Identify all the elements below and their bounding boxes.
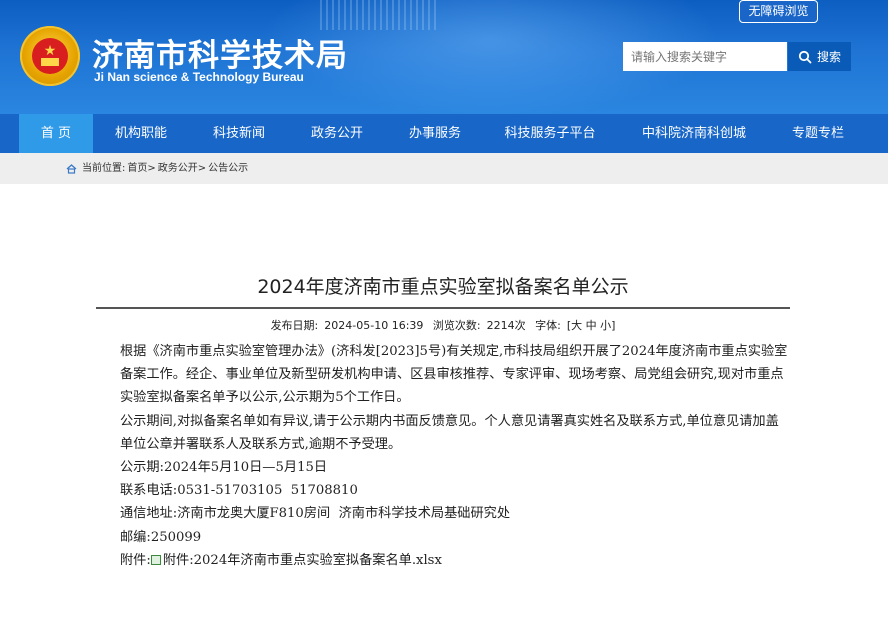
nav-item-news[interactable]: 科技新闻 (198, 114, 280, 153)
nav-item-gov-affairs[interactable]: 政务公开 (296, 114, 378, 153)
site-title-en: Ji Nan science & Technology Bureau (94, 70, 304, 84)
postcode-line: 邮编:250099 (120, 529, 202, 545)
breadcrumb-announcements[interactable]: 公告公示 (208, 153, 248, 184)
attachment-line: 附件: 附件:2024年济南市重点实验室拟备案名单.xlsx (120, 549, 790, 572)
header-pattern (320, 0, 440, 30)
search-button-label: 搜索 (816, 50, 841, 64)
main-nav: 首 页 机构职能 科技新闻 政务公开 办事服务 科技服务子平台 中科院济南科创城… (0, 114, 888, 153)
nav-item-functions[interactable]: 机构职能 (100, 114, 182, 153)
national-emblem-icon: ★ (20, 26, 80, 86)
views-label: 浏览次数: (432, 319, 481, 332)
article-body: 根据《济南市重点实验室管理办法》(济科发[2023]5号)有关规定,市科技局组织… (120, 340, 790, 572)
paragraph-objection: 公示期间,对拟备案名单如有异议,请于公示期内书面反馈意见。个人意见请署真实姓名及… (120, 413, 779, 452)
article-meta: 发布日期: 2024-05-10 16:39 浏览次数: 2214次 字体: [大 中… (96, 317, 790, 333)
search-button[interactable]: 搜索 (788, 42, 851, 71)
paragraph-intro: 根据《济南市重点实验室管理办法》(济科发[2023]5号)有关规定,市科技局组织… (120, 344, 788, 406)
nav-item-services[interactable]: 办事服务 (394, 114, 476, 153)
site-header: ★ 济南市科学技术局 Ji Nan science & Technology B… (0, 0, 888, 114)
publish-date-value: 2024-05-10 16:39 (324, 319, 424, 332)
breadcrumb: 当前位置: 首页> 政务公开> 公告公示 (0, 153, 888, 184)
breadcrumb-gov-affairs[interactable]: 政务公开> (158, 153, 206, 184)
emblem-star-icon: ★ (43, 43, 57, 59)
search-input[interactable] (623, 42, 787, 71)
accessibility-button[interactable]: 无障碍浏览 (739, 0, 818, 23)
article-title: 2024年度济南市重点实验室拟备案名单公示 (257, 276, 629, 298)
site-title[interactable]: 济南市科学技术局 (92, 30, 348, 75)
attachment-label: 附件: (120, 552, 151, 568)
views-value: 2214次 (486, 319, 526, 332)
nav-item-topics[interactable]: 专题专栏 (778, 114, 858, 153)
breadcrumb-prefix: 当前位置: (82, 163, 126, 174)
period-line: 公示期:2024年5月10日—5月15日 (120, 460, 328, 476)
attachment-link[interactable]: 附件:2024年济南市重点实验室拟备案名单.xlsx (163, 553, 442, 568)
breadcrumb-inner: 当前位置: 首页> 政务公开> 公告公示 (66, 153, 248, 184)
address-line: 通信地址:济南市龙奥大厦F810房间 济南市科学技术局基础研究处 (120, 506, 511, 522)
font-size-label: 字体: (535, 319, 561, 332)
search-icon (798, 50, 812, 63)
nav-item-cas-city[interactable]: 中科院济南科创城 (632, 114, 756, 153)
emblem-center: ★ (32, 38, 68, 74)
home-icon (66, 163, 77, 174)
publish-date-label: 发布日期: (270, 319, 319, 332)
nav-item-home[interactable]: 首 页 (19, 114, 93, 153)
spreadsheet-icon (150, 554, 161, 565)
nav-item-sub-platform[interactable]: 科技服务子平台 (492, 114, 608, 153)
title-divider (96, 307, 790, 309)
breadcrumb-home[interactable]: 首页> (127, 153, 155, 184)
font-size-options[interactable]: [大 中 小] (567, 319, 616, 332)
phone-line: 联系电话:0531-51703105 51708810 (120, 483, 358, 499)
emblem-gate-icon (41, 58, 59, 66)
